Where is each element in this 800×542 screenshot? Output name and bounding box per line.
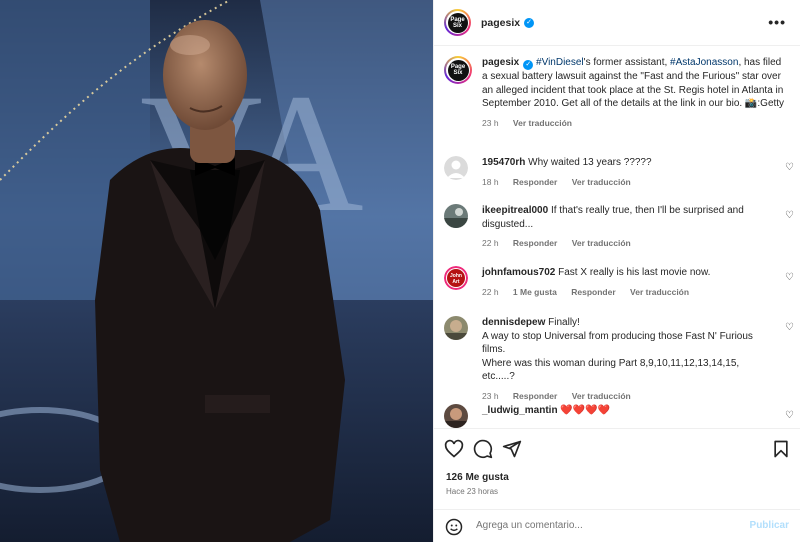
verified-badge-icon: ✓ [523,60,534,70]
caption-body: pagesix ✓ #VinDiesel's former assistant, … [482,56,789,130]
comment-time[interactable]: 22 h [482,287,499,297]
comment-time[interactable]: 22 h [482,238,499,248]
hashtag-link[interactable]: #VinDiesel [536,57,584,68]
comment-username[interactable]: dennisdepew [482,317,545,328]
see-translation-link[interactable]: Ver traducción [572,391,631,401]
caption-meta: 23 h Ver traducción [482,117,789,131]
hashtag-link[interactable]: #AstaJonasson [670,57,738,68]
see-translation-link[interactable]: Ver traducción [572,177,631,187]
add-comment-bar: Publicar [434,509,800,542]
share-send-icon[interactable] [502,439,522,462]
comment-username[interactable]: johnfamous702 [482,267,555,278]
see-translation-link[interactable]: Ver traducción [572,238,631,248]
comment-bubble-icon[interactable] [473,439,493,462]
see-translation-link[interactable]: Ver traducción [513,118,572,128]
comment-avatar[interactable] [444,156,468,180]
post-timestamp[interactable]: Hace 23 horas [446,487,498,496]
post-header: Page Six pagesix ✓ ••• [434,0,800,46]
comment-username[interactable]: 195470rh [482,157,525,168]
comment-text: Fast X really is his last movie now. [558,267,711,278]
caption-username[interactable]: pagesix [482,57,519,68]
post-side-panel: Page Six pagesix ✓ ••• Page Six pagesix ✓ #… [433,0,800,542]
save-bookmark-icon[interactable] [771,439,791,462]
comment-text: ❤️❤️❤️❤️ [560,405,611,416]
verified-badge-icon: ✓ [524,17,535,28]
publish-button[interactable]: Publicar [750,520,789,531]
reply-button[interactable]: Responder [513,238,557,248]
comment-text: Why waited 13 years ????? [528,157,652,168]
comment-avatar[interactable]: John Art [444,266,468,290]
like-heart-icon[interactable] [444,439,464,462]
more-options-icon[interactable]: ••• [768,14,786,30]
caption-text: 's former assistant, [583,57,671,68]
comment-username[interactable]: _ludwig_mantin [482,405,558,416]
like-comment-heart-icon[interactable]: ♡ [785,210,794,221]
comment-username[interactable]: ikeepitreal000 [482,205,548,216]
comment-avatar[interactable] [444,316,468,340]
comment-likes[interactable]: 1 Me gusta [513,287,557,297]
comment-content: _ludwig_mantin ❤️❤️❤️❤️ [482,404,772,418]
like-comment-heart-icon[interactable]: ♡ [785,410,794,421]
post-footer: 126 Me gusta Hace 23 horas Publicar [434,428,800,542]
caption-avatar[interactable]: Page Six [444,56,472,84]
comment-avatar[interactable] [444,204,468,228]
likes-count[interactable]: 126 Me gusta [446,472,509,483]
post-photo[interactable]: VA [0,0,433,542]
instagram-post-dialog: VA [0,0,800,542]
like-comment-heart-icon[interactable]: ♡ [785,322,794,333]
see-translation-link[interactable]: Ver traducción [630,287,689,297]
author-username[interactable]: pagesix [481,17,520,29]
comments-scroll-area[interactable]: Page Six pagesix ✓ #VinDiesel's former ass… [434,46,800,428]
action-bar [444,439,794,461]
comment-content: dennisdepew Finally! A way to stop Unive… [482,316,772,403]
comment-time[interactable]: 18 h [482,177,499,187]
comment-content: ikeepitreal000 If that's really true, th… [482,204,772,251]
emoji-picker-icon[interactable] [445,518,463,539]
caption-time[interactable]: 23 h [482,118,499,128]
reply-button[interactable]: Responder [571,287,615,297]
reply-button[interactable]: Responder [513,391,557,401]
like-comment-heart-icon[interactable]: ♡ [785,272,794,283]
reply-button[interactable]: Responder [513,177,557,187]
like-comment-heart-icon[interactable]: ♡ [785,162,794,173]
comment-content: johnfamous702 Fast X really is his last … [482,266,772,299]
author-avatar[interactable]: Page Six [444,9,471,36]
photo-illustration: VA [0,0,433,542]
comment-time[interactable]: 23 h [482,391,499,401]
svg-text:Art: Art [452,279,460,285]
comment-content: 195470rh Why waited 13 years ????? 18 h … [482,156,772,189]
comment-avatar[interactable] [444,404,468,428]
comment-input[interactable] [476,520,736,531]
